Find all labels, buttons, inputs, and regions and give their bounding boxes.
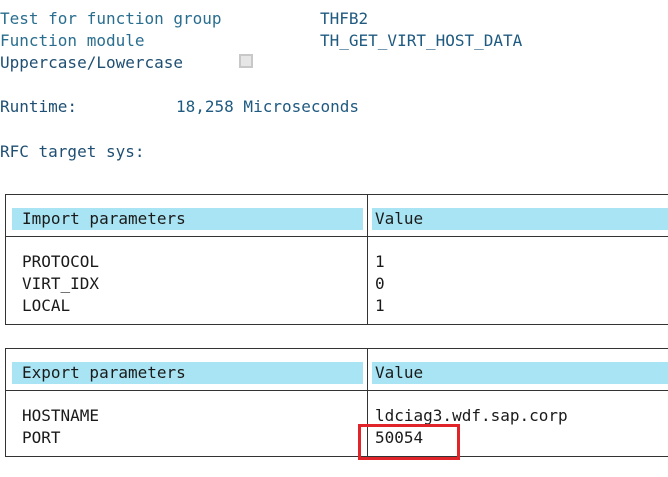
import-row-name: PROTOCOL [22,252,100,271]
import-value-header: Value [372,208,668,230]
rfc-target-label: RFC target sys: [0,142,145,161]
import-row-name: LOCAL [22,296,71,315]
export-parameters-header: Export parameters [12,362,363,384]
function-group-value: THFB2 [320,9,369,28]
import-parameters-header: Import parameters [12,208,363,230]
case-label: Uppercase/Lowercase [0,53,184,72]
import-row-value: 0 [375,274,385,293]
runtime-value: 18,258 Microseconds [176,97,360,116]
uppercase-lowercase-checkbox[interactable] [239,54,253,68]
export-parameters-table: Export parameters Value HOSTNAME ldciag3… [5,348,668,457]
header-separator [6,390,668,391]
import-row-name: VIRT_IDX [22,274,100,293]
function-module-value: TH_GET_VIRT_HOST_DATA [320,31,523,50]
runtime-label: Runtime: [0,97,78,116]
function-module-label: Function module [0,31,145,50]
import-row-value: 1 [375,252,385,271]
export-value-header: Value [372,362,668,384]
export-row-name: PORT [22,428,61,447]
import-parameters-table: Import parameters Value PROTOCOL 1 VIRT_… [5,194,668,325]
export-row-name: HOSTNAME [22,406,100,425]
header-separator [6,236,668,237]
port-value-highlight [358,424,460,460]
function-group-label: Test for function group [0,9,222,28]
import-row-value: 1 [375,296,385,315]
column-divider [367,195,368,324]
